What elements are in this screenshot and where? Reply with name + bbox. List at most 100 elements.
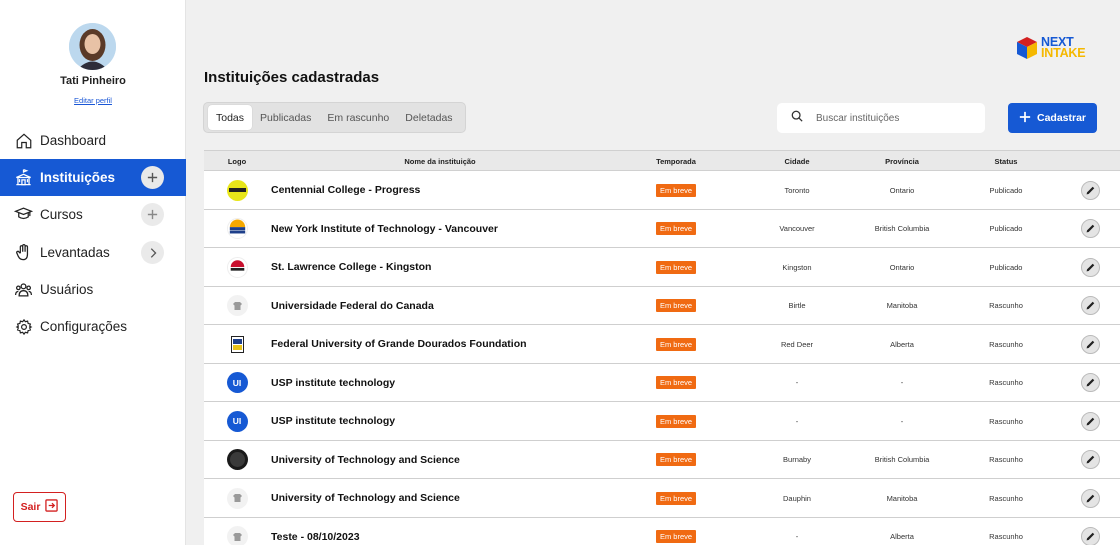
institution-name: St. Lawrence College - Kingston — [271, 261, 432, 273]
edit-button[interactable] — [1080, 450, 1100, 469]
edit-button[interactable] — [1080, 527, 1100, 545]
institution-name: Federal University of Grande Dourados Fo… — [271, 338, 527, 350]
city-cell: - — [795, 378, 799, 387]
institution-name: Universidade Federal do Canada — [271, 299, 434, 312]
season-badge: Em breve — [655, 299, 697, 312]
nav-item-dashboard[interactable]: Dashboard — [0, 122, 186, 159]
tab-deletadas[interactable]: Deletadas — [397, 105, 460, 130]
graduation-cap-icon — [14, 205, 33, 224]
edit-cell — [1079, 441, 1101, 479]
dark-logo — [224, 441, 250, 479]
season-badge: Em breve — [655, 183, 697, 197]
brand-logo: NEXT INTAKE — [1016, 35, 1100, 61]
column-header: Status — [994, 157, 1018, 166]
nav-item-usuarios[interactable]: Usuários — [0, 271, 186, 308]
chevron-right-icon[interactable] — [141, 241, 164, 264]
edit-button[interactable] — [1080, 219, 1100, 238]
logout-icon — [45, 499, 59, 515]
province-cell: British Columbia — [874, 455, 930, 464]
season-cell: Em breve — [644, 479, 708, 517]
user-name: Tati Pinheiro — [60, 75, 126, 87]
institution-name: University of Technology and Science — [271, 453, 460, 466]
nav-item-configuracoes[interactable]: Configurações — [0, 308, 186, 345]
plus-icon[interactable] — [141, 203, 164, 226]
edit-profile-link[interactable]: Editar perfil — [0, 96, 186, 105]
nyit-logo — [224, 210, 250, 248]
column-header: Temporada — [656, 157, 696, 166]
edit-button[interactable] — [1080, 488, 1100, 508]
edit-button[interactable] — [1080, 334, 1100, 354]
institutions-table: Logo Nome da instituição Temporada Cidad… — [204, 150, 1120, 545]
nav-item-levantadas[interactable]: Levantadas — [0, 234, 186, 271]
status-cell: Publicado — [989, 224, 1023, 233]
season-cell: Em breve — [644, 364, 708, 402]
table-row[interactable]: Teste - 08/10/2023 Em breve - Alberta Rascun… — [204, 517, 1120, 545]
search-input[interactable] — [816, 112, 976, 124]
brand-line-2: INTAKE — [1041, 46, 1086, 60]
nav-label: Levantadas — [40, 245, 110, 260]
tab-em-rascunho[interactable]: Em rascunho — [319, 105, 397, 130]
table-header: Logo Nome da instituição Temporada Cidad… — [204, 150, 1120, 171]
province-cell: Ontario — [889, 262, 915, 272]
nav-label: Usuários — [40, 282, 94, 297]
status-cell: Rascunho — [989, 493, 1023, 503]
season-cell: Em breve — [644, 441, 708, 479]
pencil-icon — [1085, 493, 1096, 504]
season-badge: Em breve — [655, 337, 697, 351]
edit-button[interactable] — [1080, 373, 1100, 392]
pencil-icon — [1085, 262, 1096, 273]
avatar[interactable] — [69, 23, 116, 70]
city-cell: Birtle — [788, 301, 806, 310]
province-cell: Manitoba — [886, 493, 918, 503]
institution-name: New York Institute of Technology - Vanco… — [271, 222, 498, 235]
edit-button[interactable] — [1080, 411, 1100, 431]
raised-hand-icon — [14, 243, 33, 262]
institution-name: University of Technology and Science — [271, 492, 460, 504]
season-cell: Em breve — [644, 248, 708, 286]
tab-publicadas[interactable]: Publicadas — [252, 105, 319, 130]
province-cell: Manitoba — [886, 301, 918, 310]
table-row[interactable]: UI USP institute technology Em breve - - Rasc… — [204, 402, 1120, 441]
season-cell: Em breve — [644, 171, 708, 209]
table-row[interactable]: University of Technology and Science Em b… — [204, 440, 1120, 479]
plus-icon[interactable] — [141, 166, 164, 189]
status-cell: Rascunho — [989, 416, 1023, 426]
season-badge: Em breve — [655, 530, 697, 543]
status-cell: Publicado — [989, 262, 1023, 272]
table-row[interactable]: University of Technology and Science Em b… — [204, 479, 1120, 518]
status-cell: Rascunho — [989, 301, 1023, 310]
nav-item-cursos[interactable]: Cursos — [0, 196, 186, 233]
logout-button[interactable]: Sair — [13, 492, 66, 522]
pencil-icon — [1085, 339, 1096, 350]
sidebar: Tati Pinheiro Editar perfil Dashboard In… — [0, 0, 186, 545]
pencil-icon — [1085, 454, 1096, 465]
season-cell: Em breve — [644, 287, 708, 325]
table-row[interactable]: New York Institute of Technology - Vanco… — [204, 209, 1120, 248]
search-box — [777, 103, 985, 133]
city-cell: Toronto — [784, 185, 810, 195]
table-row[interactable]: Universidade Federal do Canada Em breve Bi… — [204, 286, 1120, 325]
city-cell: Dauphin — [783, 493, 811, 503]
nav-item-instituicoes[interactable]: Instituições — [0, 159, 186, 196]
province-cell: Alberta — [890, 532, 914, 541]
table-row[interactable]: St. Lawrence College - Kingston Em breve K… — [204, 248, 1120, 287]
season-cell: Em breve — [644, 210, 708, 248]
status-cell: Rascunho — [989, 532, 1023, 541]
table-row[interactable]: Federal University of Grande Dourados Fo… — [204, 325, 1120, 364]
table-row[interactable]: UI USP institute technology Em breve - - Rasc… — [204, 363, 1120, 402]
logout-label: Sair — [20, 501, 41, 513]
edit-cell — [1079, 518, 1101, 545]
edit-button[interactable] — [1080, 180, 1100, 200]
column-header: Logo — [227, 157, 247, 166]
placeholder-logo — [224, 479, 250, 517]
table-row[interactable]: Centennial College - Progress Em breve Tor… — [204, 171, 1120, 210]
add-institution-button[interactable]: Cadastrar — [1008, 103, 1097, 133]
nav-label: Instituições — [40, 170, 116, 185]
edit-button[interactable] — [1080, 257, 1100, 277]
pencil-icon — [1085, 416, 1096, 427]
season-badge: Em breve — [655, 376, 697, 389]
season-cell: Em breve — [644, 325, 708, 363]
province-cell: - — [900, 416, 904, 426]
edit-button[interactable] — [1080, 296, 1100, 315]
tab-todas[interactable]: Todas — [208, 105, 253, 130]
